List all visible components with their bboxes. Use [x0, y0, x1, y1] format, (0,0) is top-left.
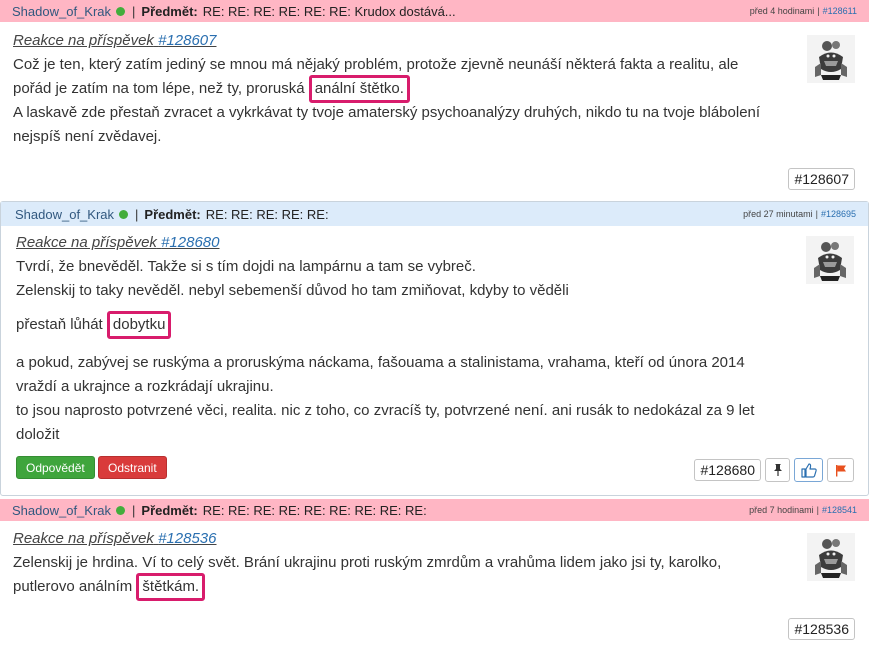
subject-text: RE: RE: RE: RE: RE: RE: RE: RE: RE:: [202, 502, 427, 518]
post-header: Shadow_of_Krak | Předmět: RE: RE: RE: RE…: [1, 202, 868, 226]
post-body: Reakce na příspěvek #128536 Zelenskij je…: [13, 527, 774, 601]
reply-reference[interactable]: Reakce na příspěvek #128680: [16, 231, 773, 255]
user-avatar[interactable]: [807, 35, 855, 83]
like-button[interactable]: [794, 458, 823, 482]
reply-id-link[interactable]: #128536: [158, 530, 216, 547]
post-id-badge[interactable]: #128607: [788, 168, 855, 190]
highlighted-phrase: anální štětko.: [308, 75, 410, 103]
post-meta: před 4 hodinami | #128611: [749, 6, 857, 16]
online-status-icon: [116, 505, 126, 515]
post-text: to jsou naprosto potvrzené věci, realita…: [16, 402, 755, 419]
pin-button[interactable]: [765, 458, 790, 482]
reply-reference[interactable]: Reakce na příspěvek #128536: [13, 527, 774, 551]
post-header: Shadow_of_Krak | Předmět: RE: RE: RE: RE…: [0, 0, 869, 22]
post-meta: před 7 hodinami | #128541: [749, 505, 857, 515]
reply-reference[interactable]: Reakce na příspěvek #128607: [13, 29, 774, 53]
author-link[interactable]: Shadow_of_Krak: [15, 207, 114, 222]
highlighted-phrase: štětkám.: [136, 573, 206, 601]
subject-text: RE: RE: RE: RE: RE:: [205, 206, 329, 222]
header-separator: |: [132, 3, 136, 19]
report-button[interactable]: [827, 458, 854, 482]
post-id-badge[interactable]: #128536: [788, 618, 855, 640]
post-text: Zelenskij je hrdina. Ví to celý svět. Br…: [13, 551, 774, 601]
subject-label: Předmět:: [141, 502, 198, 518]
creature-avatar-icon: [807, 533, 855, 581]
reply-button[interactable]: Odpovědět: [16, 456, 95, 479]
post-header: Shadow_of_Krak | Předmět: RE: RE: RE: RE…: [0, 499, 869, 521]
reply-id-link[interactable]: #128607: [158, 32, 216, 49]
post-id-link[interactable]: #128695: [821, 209, 856, 219]
post-time: před 4 hodinami: [749, 6, 815, 16]
post-text: doložit: [16, 426, 60, 443]
pin-icon: [773, 464, 782, 476]
post-id-link[interactable]: #128611: [823, 6, 857, 16]
post-text: a pokud, zabývej se ruskýma a proruskýma…: [16, 354, 745, 371]
reply-id-link[interactable]: #128680: [161, 234, 219, 251]
online-status-icon: [116, 6, 126, 16]
post-text: Tvrdí, že bnevěděl. Takže si s tím dojdi…: [16, 258, 476, 275]
post: Shadow_of_Krak | Předmět: RE: RE: RE: RE…: [0, 499, 869, 651]
creature-avatar-icon: [807, 35, 855, 83]
user-avatar[interactable]: [807, 533, 855, 581]
creature-avatar-icon: [806, 236, 854, 284]
post-text: vraždí a ukrajnce a rozkrádají ukrajinu.: [16, 378, 274, 395]
post-body: Reakce na příspěvek #128680 Tvrdí, že bn…: [16, 231, 773, 447]
post-time: před 7 hodinami: [749, 505, 814, 515]
post-id-link[interactable]: #128541: [822, 505, 857, 515]
author-link[interactable]: Shadow_of_Krak: [12, 503, 111, 518]
post: Shadow_of_Krak | Předmět: RE: RE: RE: RE…: [0, 0, 869, 196]
post-time: před 27 minutami: [743, 209, 813, 219]
header-separator: |: [135, 206, 139, 222]
subject-text: RE: RE: RE: RE: RE: RE: Krudox dostává..…: [202, 3, 456, 19]
subject-label: Předmět:: [144, 206, 201, 222]
thumbs-up-icon: [800, 462, 817, 478]
post-text: Což je ten, který zatím jediný se mnou m…: [13, 53, 774, 103]
flag-icon: [835, 464, 846, 476]
subject-label: Předmět:: [141, 3, 198, 19]
post-text: A laskavě zde přestaň zvracet a vykrkáva…: [13, 104, 761, 145]
header-separator: |: [132, 502, 136, 518]
delete-button[interactable]: Odstranit: [98, 456, 167, 479]
post: Shadow_of_Krak | Předmět: RE: RE: RE: RE…: [0, 201, 869, 496]
online-status-icon: [119, 209, 129, 219]
highlighted-phrase: dobytku: [106, 311, 172, 339]
post-meta: před 27 minutami | #128695: [743, 209, 856, 219]
author-link[interactable]: Shadow_of_Krak: [12, 4, 111, 19]
post-text: Zelenskij to taky nevěděl. nebyl sebemen…: [16, 282, 569, 299]
post-body: Reakce na příspěvek #128607 Což je ten, …: [13, 29, 774, 149]
post-text: přestaň lůhát dobytku: [16, 311, 773, 339]
user-avatar[interactable]: [806, 236, 854, 284]
post-id-badge[interactable]: #128680: [694, 459, 761, 481]
